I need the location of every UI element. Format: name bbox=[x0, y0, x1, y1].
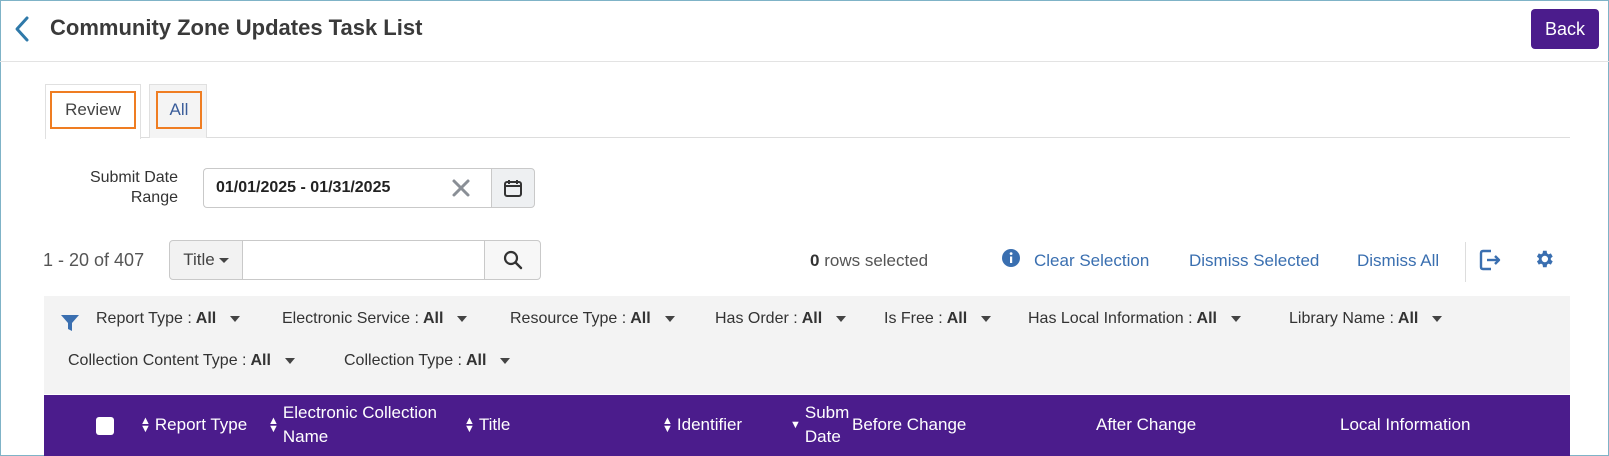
facet-report-type[interactable]: Report Type : All bbox=[96, 310, 241, 328]
caret-down-icon bbox=[664, 316, 675, 322]
column-header-before-change: Before Change bbox=[852, 415, 966, 435]
caret-down-icon bbox=[1230, 316, 1241, 322]
facet-value: All bbox=[630, 310, 651, 327]
clear-selection-link[interactable]: Clear Selection bbox=[1034, 251, 1149, 271]
rows-selected-count: 0 bbox=[810, 251, 820, 270]
facet-value: All bbox=[1196, 310, 1217, 327]
column-label: Title bbox=[478, 415, 511, 434]
column-header-electronic-collection-name[interactable]: ▲ ▼ Electronic Collection Name bbox=[268, 401, 438, 449]
tab-all[interactable]: All bbox=[149, 84, 207, 138]
column-label: Local Information bbox=[1340, 415, 1471, 434]
search-input[interactable] bbox=[243, 240, 485, 280]
facet-value: All bbox=[801, 310, 823, 327]
column-label: Before Change bbox=[852, 415, 967, 434]
sort-icon: ▲ ▼ bbox=[662, 415, 673, 435]
facet-is-free[interactable]: Is Free : All bbox=[884, 310, 992, 328]
column-header-identifier[interactable]: ▲ ▼ Identifier bbox=[662, 415, 742, 435]
caret-down-icon bbox=[836, 316, 847, 322]
caret-down-icon bbox=[457, 316, 468, 322]
info-icon bbox=[1002, 249, 1020, 267]
caret-down-icon bbox=[284, 358, 295, 364]
facet-label: Resource Type : bbox=[510, 310, 627, 327]
facet-collection-content-type[interactable]: Collection Content Type : All bbox=[68, 352, 295, 370]
column-label: Identifier bbox=[676, 415, 743, 434]
page-header: Community Zone Updates Task List Back bbox=[0, 0, 1609, 62]
column-header-local-information: Local Information bbox=[1340, 415, 1470, 435]
tab-review[interactable]: Review bbox=[45, 84, 141, 139]
export-icon[interactable] bbox=[1478, 248, 1504, 272]
sort-icon: ▲ ▼ bbox=[464, 415, 475, 435]
facet-label: Collection Type : bbox=[344, 352, 462, 369]
facet-value: All bbox=[466, 352, 487, 369]
facet-value: All bbox=[250, 352, 271, 369]
facet-label: Has Local Information : bbox=[1028, 310, 1193, 327]
column-header-submit-date[interactable]: ▼Submit Date bbox=[790, 401, 850, 449]
select-all-checkbox[interactable] bbox=[96, 417, 114, 435]
facet-value: All bbox=[946, 310, 968, 327]
dismiss-selected-link[interactable]: Dismiss Selected bbox=[1189, 251, 1319, 271]
dismiss-all-link[interactable]: Dismiss All bbox=[1357, 251, 1439, 271]
tab-all-label: All bbox=[156, 91, 202, 129]
rows-selected-status: 0 rows selected bbox=[810, 251, 928, 271]
facet-has-order[interactable]: Has Order : All bbox=[715, 310, 847, 328]
facet-label: Report Type : bbox=[96, 310, 192, 327]
column-header-after-change: After Change bbox=[1096, 415, 1196, 435]
sort-icon: ▲ ▼ bbox=[268, 415, 279, 435]
tab-review-label: Review bbox=[50, 91, 136, 129]
facet-label: Is Free : bbox=[884, 310, 943, 327]
facet-label: Electronic Service : bbox=[282, 310, 419, 327]
search-field-label: Title bbox=[183, 250, 215, 269]
column-label: Report Type bbox=[154, 415, 248, 434]
facet-label: Collection Content Type : bbox=[68, 352, 247, 369]
caret-down-icon bbox=[1432, 316, 1443, 322]
facet-value: All bbox=[1397, 310, 1419, 327]
gear-icon[interactable] bbox=[1533, 248, 1555, 270]
facet-label: Library Name : bbox=[1289, 310, 1394, 327]
result-count: 1 - 20 of 407 bbox=[43, 250, 145, 270]
caret-down-icon bbox=[218, 257, 229, 263]
calendar-icon bbox=[504, 180, 522, 197]
column-label: Submit Date bbox=[804, 403, 850, 446]
back-button[interactable]: Back bbox=[1531, 9, 1599, 49]
facet-has-local-information[interactable]: Has Local Information : All bbox=[1028, 310, 1241, 328]
submit-date-range-label: Submit Date Range bbox=[89, 169, 178, 206]
filter-icon bbox=[61, 315, 79, 331]
search-button[interactable] bbox=[484, 240, 541, 280]
column-header-title[interactable]: ▲ ▼ Title bbox=[464, 415, 510, 435]
column-header-report-type[interactable]: ▲ ▼ Report Type bbox=[140, 415, 247, 435]
rows-selected-text: rows selected bbox=[824, 251, 929, 270]
close-icon[interactable] bbox=[447, 174, 475, 202]
facet-library-name[interactable]: Library Name : All bbox=[1289, 310, 1443, 328]
facet-filter-panel: Report Type : All Electronic Service : All… bbox=[44, 296, 1570, 394]
caret-down-icon bbox=[500, 358, 511, 364]
toolbar-divider bbox=[1465, 242, 1466, 282]
caret-down-icon bbox=[230, 316, 241, 322]
facet-collection-type[interactable]: Collection Type : All bbox=[344, 352, 511, 370]
calendar-button[interactable] bbox=[491, 168, 535, 208]
search-field-dropdown[interactable]: Title bbox=[169, 240, 243, 280]
tab-bar: Review All bbox=[45, 84, 1570, 139]
search-icon bbox=[503, 250, 522, 270]
facet-label: Has Order : bbox=[715, 310, 798, 327]
page-title: Community Zone Updates Task List bbox=[50, 15, 423, 40]
caret-down-icon bbox=[981, 316, 992, 322]
sort-icon: ▲ ▼ bbox=[140, 415, 151, 435]
facet-value: All bbox=[195, 310, 217, 327]
column-label: After Change bbox=[1096, 415, 1197, 434]
table-header: ▲ ▼ Report Type ▲ ▼ Electronic Collection Na… bbox=[44, 395, 1570, 456]
chevron-left-icon[interactable] bbox=[10, 14, 34, 44]
sort-icon: ▼ bbox=[790, 419, 801, 431]
facet-value: All bbox=[422, 310, 444, 327]
column-label: Electronic Collection Name bbox=[282, 403, 437, 446]
facet-resource-type[interactable]: Resource Type : All bbox=[510, 310, 675, 328]
facet-electronic-service[interactable]: Electronic Service : All bbox=[282, 310, 468, 328]
